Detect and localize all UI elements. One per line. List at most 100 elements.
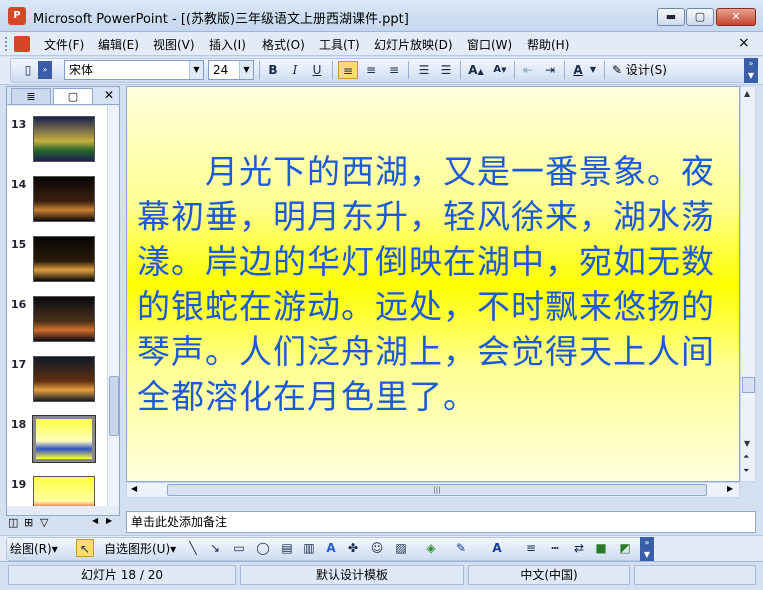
wordart-icon[interactable]: A	[322, 539, 340, 557]
arrow-style-icon[interactable]: ⇄	[570, 539, 588, 557]
font-color-icon[interactable]: A	[488, 539, 506, 557]
align-center-icon[interactable]: ≡	[361, 61, 381, 79]
slide-thumbnail-list[interactable]: 13 14 15 16 17 18 19	[7, 106, 107, 506]
slide-number: 14	[11, 178, 27, 191]
decrease-indent-icon[interactable]: ⇤	[518, 61, 538, 79]
dash-style-icon[interactable]: ┅	[546, 539, 564, 557]
diagram-icon[interactable]: ✤	[344, 539, 362, 557]
notes-pane[interactable]: 单击此处添加备注	[126, 511, 756, 533]
document-close-icon[interactable]: ×	[738, 35, 750, 51]
toolbar-overflow-icon[interactable]: » ▼	[744, 58, 758, 83]
toolbar-overflow-icon[interactable]: » ▼	[640, 537, 654, 561]
clipart-icon[interactable]: ☺	[368, 539, 386, 557]
3d-style-icon[interactable]: ◩	[616, 539, 634, 557]
outline-tab[interactable]: ≣	[11, 88, 51, 104]
menu-tools[interactable]: 工具(T)	[319, 36, 360, 53]
decrease-font-icon[interactable]: A▼	[490, 61, 510, 79]
underline-button[interactable]: U	[307, 61, 327, 79]
slide-thumbnail[interactable]	[32, 415, 96, 463]
slide-thumbnail[interactable]	[33, 176, 95, 222]
powerpoint-icon[interactable]: P	[8, 7, 26, 25]
line-color-icon[interactable]: ✎	[452, 539, 470, 557]
line-style-icon[interactable]: ≡	[522, 539, 540, 557]
shadow-icon[interactable]: ■	[592, 539, 610, 557]
design-button[interactable]: ✎ 设计(S)	[612, 61, 667, 78]
chevron-down-icon[interactable]: ▼	[588, 61, 598, 79]
picture-icon[interactable]: ▨	[392, 539, 410, 557]
rectangle-icon[interactable]: ▭	[230, 539, 248, 557]
line-icon[interactable]: ╲	[184, 539, 202, 557]
editor-horizontal-scrollbar[interactable]: ◀ ||| ▶	[126, 482, 740, 498]
increase-indent-icon[interactable]: ⇥	[540, 61, 560, 79]
close-icon[interactable]: ✕	[104, 88, 114, 102]
align-right-icon[interactable]: ≡	[384, 61, 404, 79]
scrollbar-thumb[interactable]	[109, 376, 119, 436]
separator	[408, 61, 409, 79]
minimize-button[interactable]: ▬	[657, 8, 685, 26]
bullet-list-icon[interactable]: ☰	[436, 61, 456, 79]
textbox-icon[interactable]: ▤	[278, 539, 296, 557]
separator	[604, 61, 605, 79]
autoshapes-menu[interactable]: 自选图形(U)▾	[104, 540, 176, 557]
bold-button[interactable]: B	[263, 61, 283, 79]
design-label: 设计(S)	[625, 63, 667, 77]
toolbar-grip[interactable]	[5, 37, 9, 51]
maximize-button[interactable]: ▢	[686, 8, 714, 26]
current-slide[interactable]: 月光下的西湖，又是一番景象。夜幕初垂，明月东升，轻风徐来，湖水荡漾。岸边的华灯倒…	[127, 87, 739, 481]
slide-thumbnail[interactable]	[33, 236, 95, 282]
align-left-icon[interactable]: ≡	[338, 61, 358, 79]
slide-sorter-icon[interactable]: ⊞	[24, 516, 33, 529]
scrollbar-thumb[interactable]: |||	[167, 484, 707, 496]
scroll-right-icon[interactable]: ▶	[727, 484, 733, 493]
normal-view-icon[interactable]: ◫	[8, 516, 18, 529]
slide-thumbnail[interactable]	[33, 356, 95, 402]
slide-thumbnail[interactable]	[33, 116, 95, 162]
panel-scrollbar[interactable]	[107, 106, 119, 506]
arrow-icon[interactable]: ↘	[206, 539, 224, 557]
oval-icon[interactable]: ◯	[254, 539, 272, 557]
menu-slideshow[interactable]: 幻灯片放映(D)	[374, 36, 453, 53]
font-name-select[interactable]: 宋体 ▼	[64, 60, 204, 80]
font-color-icon[interactable]: A	[568, 61, 588, 79]
slide-thumbnail[interactable]	[33, 296, 95, 342]
scroll-down-icon[interactable]: ▼	[744, 439, 750, 448]
font-size-value: 24	[213, 63, 229, 77]
menu-file[interactable]: 文件(F)	[44, 36, 84, 53]
scroll-left-icon[interactable]: ◀	[131, 484, 137, 493]
increase-font-icon[interactable]: A▲	[466, 61, 486, 79]
chevron-down-icon[interactable]: ▼	[239, 61, 253, 79]
menu-edit[interactable]: 编辑(E)	[98, 36, 139, 53]
scroll-up-icon[interactable]: ▲	[744, 89, 750, 98]
title-bar: P Microsoft PowerPoint - [(苏教版)三年级语文上册西湖…	[0, 0, 763, 32]
scroll-right-icon[interactable]: ▶	[106, 516, 112, 525]
menu-view[interactable]: 视图(V)	[153, 36, 195, 53]
next-slide-icon[interactable]: ⏷	[743, 466, 749, 476]
slide-body-text[interactable]: 月光下的西湖，又是一番景象。夜幕初垂，明月东升，轻风徐来，湖水荡漾。岸边的华灯倒…	[137, 149, 737, 419]
slide-thumbnail[interactable]	[33, 476, 95, 506]
editor-vertical-scrollbar[interactable]: ▲ ▼	[740, 86, 756, 482]
scrollbar-thumb[interactable]	[742, 377, 755, 393]
select-pointer-icon[interactable]: ↖	[76, 539, 94, 557]
document-icon[interactable]	[14, 36, 30, 52]
italic-button[interactable]: I	[285, 61, 305, 79]
font-size-select[interactable]: 24 ▼	[208, 60, 254, 80]
scroll-left-icon[interactable]: ◀	[92, 516, 98, 525]
vertical-textbox-icon[interactable]: ▥	[300, 539, 318, 557]
design-template-indicator[interactable]: 默认设计模板	[240, 565, 464, 585]
menu-format[interactable]: 格式(O)	[262, 36, 305, 53]
previous-slide-icon[interactable]: ⏶	[743, 452, 749, 462]
draw-menu[interactable]: 绘图(R)▾	[10, 540, 58, 557]
numbered-list-icon[interactable]: ☰	[414, 61, 434, 79]
fill-color-icon[interactable]: ◈	[422, 539, 440, 557]
chevron-down-icon[interactable]: ▼	[189, 61, 203, 79]
menu-insert[interactable]: 插入(I)	[209, 36, 246, 53]
slideshow-icon[interactable]: ▽	[40, 516, 48, 529]
separator	[514, 61, 515, 79]
new-document-icon[interactable]: ▯	[18, 61, 38, 79]
slide-editor[interactable]: 月光下的西湖，又是一番景象。夜幕初垂，明月东升，轻风徐来，湖水荡漾。岸边的华灯倒…	[126, 86, 740, 482]
slides-tab[interactable]: ▢	[53, 88, 93, 104]
close-button[interactable]: ✕	[716, 8, 756, 26]
menu-window[interactable]: 窗口(W)	[467, 36, 512, 53]
menu-help[interactable]: 帮助(H)	[527, 36, 569, 53]
toolbar-options-icon[interactable]: »	[38, 61, 52, 79]
